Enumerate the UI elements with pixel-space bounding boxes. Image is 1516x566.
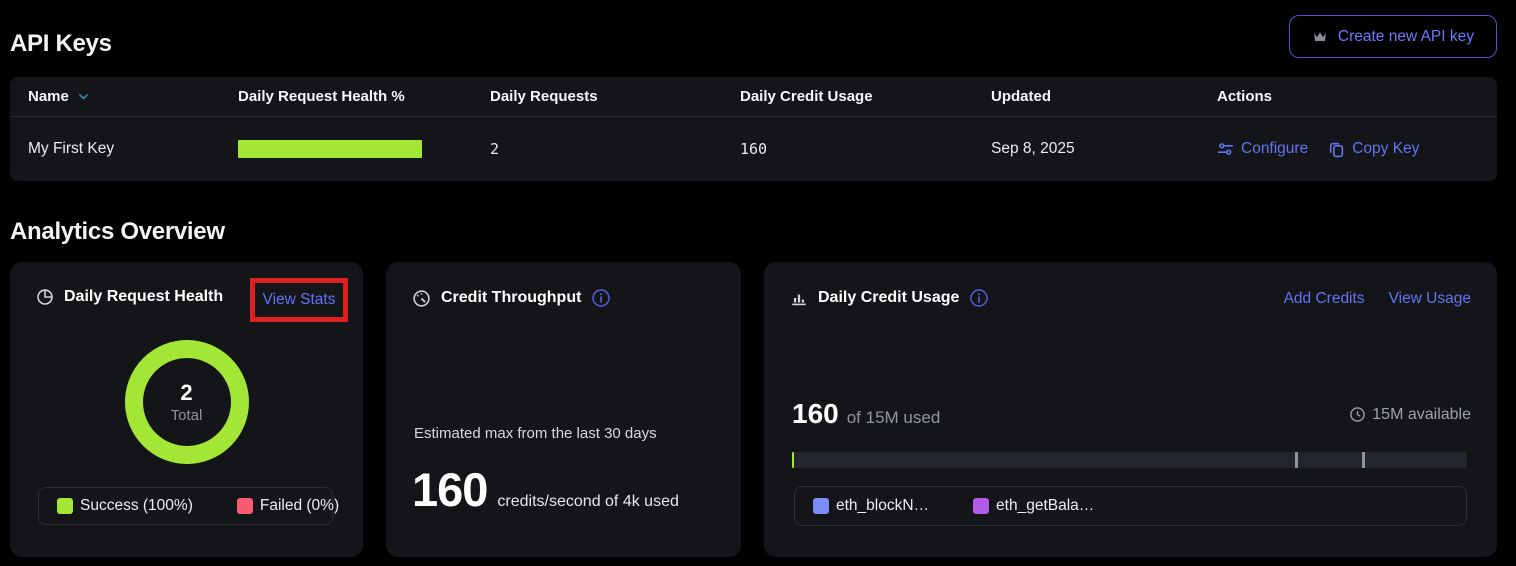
bar-chart-icon (790, 289, 808, 307)
table-header-row: Name Daily Request Health % Daily Reques… (10, 77, 1497, 117)
throughput-unit: credits/second of 4k used (497, 493, 678, 511)
api-keys-table: Name Daily Request Health % Daily Reques… (10, 77, 1497, 181)
page-title: API Keys (10, 30, 112, 58)
column-header-actions: Actions (1217, 88, 1497, 105)
annotation-highlight-box: View Stats (250, 278, 348, 322)
daily-request-health-card: Daily Request Health View Stats 2 Total … (10, 262, 363, 557)
copy-icon (1328, 141, 1345, 158)
request-health-donut-chart: 2 Total (125, 340, 249, 464)
daily-requests-value: 2 (490, 140, 740, 158)
legend-item-success: Success (100%) (57, 497, 193, 515)
info-icon[interactable] (591, 288, 611, 308)
card-title-credit-throughput: Credit Throughput (441, 289, 581, 307)
failed-swatch (237, 498, 253, 514)
daily-credit-usage-value: 160 (740, 140, 991, 158)
throughput-value: 160 (412, 462, 487, 517)
add-credits-link[interactable]: Add Credits (1284, 290, 1365, 308)
legend-item-failed: Failed (0%) (237, 497, 339, 515)
success-swatch (57, 498, 73, 514)
info-icon[interactable] (969, 288, 989, 308)
copy-key-button[interactable]: Copy Key (1328, 140, 1419, 158)
view-usage-link[interactable]: View Usage (1389, 290, 1471, 308)
eth-getbalance-swatch (973, 498, 989, 514)
configure-button[interactable]: Configure (1217, 140, 1308, 158)
card-title-daily-credit-usage: Daily Credit Usage (818, 289, 959, 307)
throughput-description: Estimated max from the last 30 days (414, 425, 657, 442)
progress-fill (792, 452, 794, 468)
view-stats-link[interactable]: View Stats (263, 291, 336, 309)
donut-total-value: 2 (180, 380, 192, 406)
legend-item-eth-getbalance: eth_getBala… (973, 497, 1094, 515)
column-header-name[interactable]: Name (28, 88, 238, 105)
eth-blocknumber-swatch (813, 498, 829, 514)
credits-available: 15M available (1349, 406, 1471, 424)
credits-used-value: 160 (792, 398, 839, 430)
crown-icon (1312, 29, 1328, 45)
donut-total-label: Total (171, 407, 203, 424)
create-api-key-button[interactable]: Create new API key (1289, 15, 1497, 58)
column-header-daily-requests: Daily Requests (490, 88, 740, 105)
health-bar (238, 140, 422, 158)
section-title-analytics: Analytics Overview (10, 218, 225, 246)
credit-throughput-card: Credit Throughput Estimated max from the… (386, 262, 741, 557)
health-bar-fill (238, 140, 422, 158)
sliders-icon (1217, 141, 1234, 158)
clock-icon (1349, 406, 1366, 423)
gauge-icon (412, 289, 431, 308)
daily-credit-usage-card: Daily Credit Usage Add Credits View Usag… (764, 262, 1497, 557)
legend-item-eth-blocknumber: eth_blockN… (813, 497, 929, 515)
column-header-daily-credit-usage: Daily Credit Usage (740, 88, 991, 105)
column-header-updated: Updated (991, 88, 1217, 105)
create-api-key-label: Create new API key (1338, 28, 1474, 46)
column-header-health: Daily Request Health % (238, 88, 490, 105)
credits-used-suffix: of 15M used (847, 408, 941, 428)
updated-value: Sep 8, 2025 (991, 140, 1217, 158)
sort-chevron-icon[interactable] (77, 90, 90, 103)
credit-usage-legend: eth_blockN… eth_getBala… (794, 486, 1467, 526)
api-key-name: My First Key (28, 140, 238, 158)
credit-usage-progress-bar (792, 452, 1467, 468)
card-title-daily-request-health: Daily Request Health (64, 288, 223, 306)
request-health-legend: Success (100%) Failed (0%) (38, 487, 333, 525)
progress-tick (1295, 452, 1298, 468)
progress-tick (1362, 452, 1365, 468)
table-row: My First Key 2 160 Sep 8, 2025 Configure (10, 117, 1497, 181)
analytics-cards: Daily Request Health View Stats 2 Total … (10, 262, 1497, 557)
pie-chart-icon (36, 288, 54, 306)
